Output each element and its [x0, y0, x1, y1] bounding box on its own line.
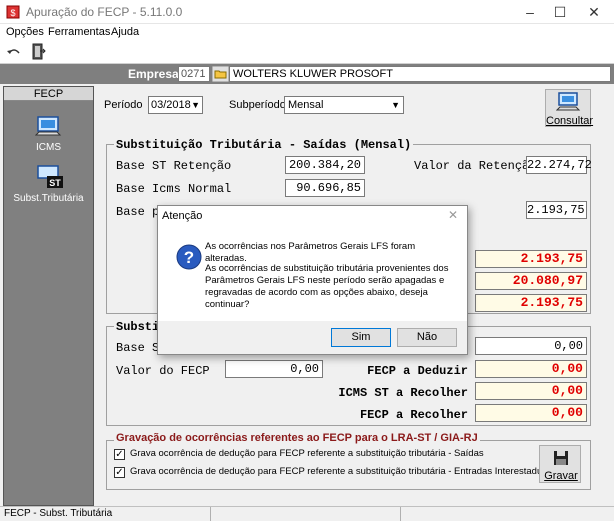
- floppy-disk-icon: [554, 451, 568, 465]
- group-gravacao-title: Gravação de ocorrências referentes ao FE…: [114, 432, 480, 444]
- periodo-value: 03/2018: [151, 99, 191, 111]
- sidebar-item-subst-tributaria[interactable]: ST Subst.Tributária: [4, 165, 93, 205]
- app-icon: $: [6, 5, 20, 19]
- base-icms-normal-label: Base Icms Normal: [116, 182, 232, 196]
- yellow-value-field-1[interactable]: 2.193,75: [475, 250, 587, 268]
- fecp-deduzir-field[interactable]: 0,00: [475, 360, 587, 378]
- empresa-name-field[interactable]: WOLTERS KLUWER PROSOFT: [229, 66, 611, 82]
- base-icms-normal-field[interactable]: 90.696,85: [285, 179, 365, 197]
- question-icon: ?: [176, 244, 202, 270]
- svg-text:ST: ST: [49, 178, 61, 188]
- dialog-message-2: As ocorrências de substituição tributári…: [205, 263, 449, 310]
- icms-st-recolher-label: ICMS ST a Recolher: [338, 386, 468, 400]
- maximize-button[interactable]: ☐: [546, 2, 574, 22]
- toolbar: [0, 40, 614, 64]
- sidebar-header: FECP: [4, 87, 93, 101]
- group-st-entradas-title: Substi: [114, 320, 162, 334]
- icms-st-recolher-field[interactable]: 0,00: [475, 382, 587, 400]
- sidebar-item-icms[interactable]: ICMS: [4, 115, 93, 155]
- group-st-saidas-title: Substituição Tributária - Saídas (Mensal…: [114, 138, 414, 152]
- title-bar: $ Apuração do FECP - 5.11.0.0 – ☐ ✕: [0, 0, 614, 24]
- subperiodo-value: Mensal: [288, 99, 324, 111]
- open-folder-icon[interactable]: [212, 66, 229, 82]
- computer-icon: [556, 92, 581, 111]
- minimize-button[interactable]: –: [516, 2, 544, 22]
- fecp-recolher-label: FECP a Recolher: [359, 408, 468, 422]
- subperiodo-label: Subperíodo: [229, 99, 286, 111]
- status-divider: [210, 507, 211, 521]
- valor-retencao-label: Valor da Retenção: [414, 159, 537, 173]
- periodo-select[interactable]: 03/2018 ▼: [148, 96, 203, 114]
- status-bar: FECP - Subst. Tributária: [0, 506, 614, 521]
- yellow-value-field-2[interactable]: 20.080,97: [475, 272, 587, 290]
- valor-retencao-field[interactable]: 22.274,72: [526, 156, 592, 174]
- valor-fecp-field[interactable]: 0,00: [225, 360, 323, 378]
- close-button[interactable]: ✕: [580, 2, 608, 22]
- yes-button[interactable]: Sim: [331, 328, 391, 347]
- sidebar: FECP ICMS ST Subst.Tributária: [3, 86, 94, 506]
- valor-fecp-label: Valor do FECP: [116, 364, 210, 378]
- yellow-value-field-3[interactable]: 2.193,75: [475, 294, 587, 312]
- sidebar-item-label: Subst.Tributária: [13, 193, 84, 204]
- check-entradas-label: Grava ocorrência de dedução para FECP re…: [130, 466, 555, 477]
- check-entradas[interactable]: ✓: [114, 467, 125, 478]
- fecp-deduzir-label: FECP a Deduzir: [367, 364, 468, 378]
- base-st-retencao-label: Base ST Retenção: [116, 159, 232, 173]
- window-title: Apuração do FECP - 5.11.0.0: [26, 5, 183, 19]
- check-saidas[interactable]: ✓: [114, 449, 125, 460]
- consultar-button[interactable]: Consultar: [545, 89, 594, 127]
- menu-ajuda[interactable]: Ajuda: [111, 26, 139, 38]
- base-s-label: Base S: [116, 341, 160, 355]
- exit-door-icon[interactable]: [30, 43, 46, 61]
- status-text: FECP - Subst. Tributária: [4, 508, 113, 519]
- menu-opcoes[interactable]: Opções: [6, 26, 44, 38]
- confirm-dialog: Atenção ✕ ? As ocorrências nos Parâmetro…: [157, 205, 468, 355]
- chevron-down-icon: ▼: [191, 100, 200, 110]
- check-saidas-label: Grava ocorrência de dedução para FECP re…: [130, 448, 484, 459]
- gravar-button[interactable]: Gravar: [539, 445, 581, 483]
- periodo-label: Período: [104, 99, 143, 111]
- empresa-label: Empresa: [128, 67, 179, 81]
- dialog-footer: Sim Não: [158, 321, 467, 354]
- dialog-close-icon[interactable]: ✕: [448, 208, 458, 222]
- gravar-label: Gravar: [544, 470, 578, 482]
- computer-icon: [35, 116, 62, 136]
- empresa-code-field[interactable]: 0271: [178, 66, 210, 82]
- svg-text:?: ?: [184, 248, 194, 267]
- base-st-retencao-field[interactable]: 200.384,20: [285, 156, 365, 174]
- dialog-message-1: As ocorrências nos Parâmetros Gerais LFS…: [205, 241, 416, 264]
- undo-icon[interactable]: [6, 45, 22, 59]
- subperiodo-select[interactable]: Mensal ▼: [284, 96, 404, 114]
- sidebar-item-label: ICMS: [36, 142, 61, 153]
- chevron-down-icon: ▼: [391, 100, 400, 110]
- dialog-title: Atenção: [162, 210, 203, 222]
- empresa-bar: Empresa 0271 WOLTERS KLUWER PROSOFT: [0, 64, 614, 84]
- menu-ferramentas[interactable]: Ferramentas: [48, 26, 110, 38]
- right-value-field[interactable]: 2.193,75: [526, 201, 587, 219]
- menu-bar: Opções Ferramentas Ajuda: [0, 24, 614, 40]
- no-button[interactable]: Não: [397, 328, 457, 347]
- base-s-field[interactable]: 0,00: [475, 337, 587, 355]
- fecp-recolher-field[interactable]: 0,00: [475, 404, 587, 422]
- st-icon: ST: [37, 165, 63, 188]
- status-divider: [400, 507, 401, 521]
- svg-text:$: $: [10, 8, 15, 18]
- consultar-label: Consultar: [546, 115, 594, 127]
